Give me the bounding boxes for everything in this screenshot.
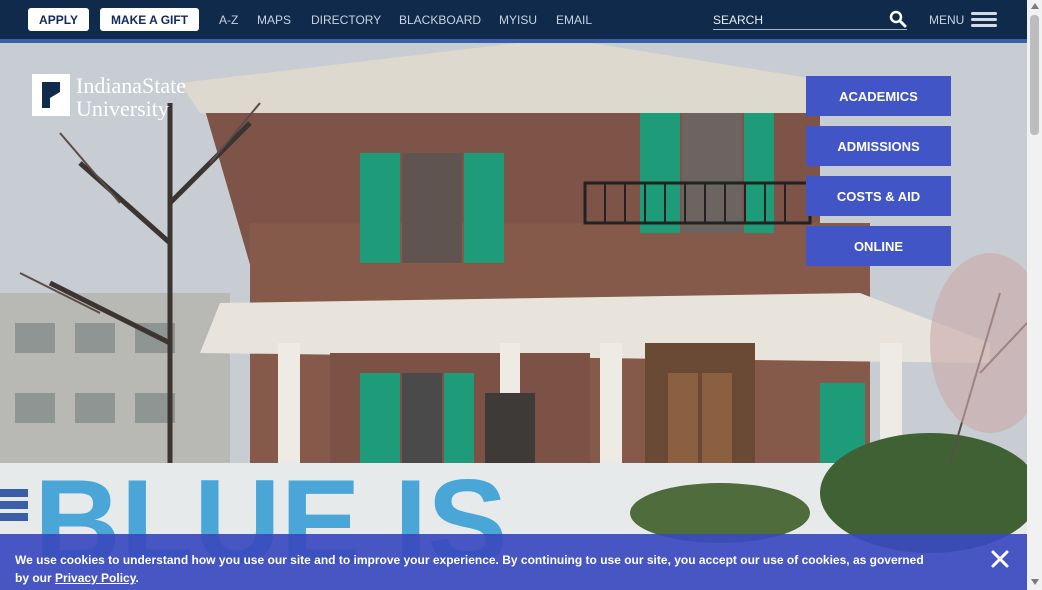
nav-costs-aid-button[interactable]: COSTS & AID bbox=[806, 176, 951, 216]
cookie-banner: We use cookies to understand how you use… bbox=[0, 534, 1027, 590]
link-directory[interactable]: DIRECTORY bbox=[311, 13, 381, 27]
menu-label[interactable]: MENU bbox=[929, 13, 964, 27]
link-maps[interactable]: MAPS bbox=[257, 13, 291, 27]
scrollbar-thumb[interactable] bbox=[1030, 15, 1039, 135]
scroll-down-arrow-icon[interactable] bbox=[1031, 579, 1039, 585]
link-blackboard[interactable]: BLACKBOARD bbox=[399, 13, 481, 27]
cookie-text: We use cookies to understand how you use… bbox=[15, 553, 924, 585]
search-box bbox=[713, 10, 907, 30]
isu-logo[interactable]: IndianaState University bbox=[30, 72, 250, 120]
logo-line-1: IndianaState bbox=[76, 73, 186, 98]
search-input[interactable] bbox=[713, 12, 873, 28]
nav-online-button[interactable]: ONLINE bbox=[806, 226, 951, 266]
make-a-gift-button[interactable]: MAKE A GIFT bbox=[100, 8, 199, 31]
close-icon[interactable] bbox=[990, 549, 1010, 569]
link-a-z[interactable]: A-Z bbox=[219, 13, 238, 27]
cookie-text-end: . bbox=[135, 571, 139, 585]
link-myisu[interactable]: MYISU bbox=[499, 13, 537, 27]
link-email[interactable]: EMAIL bbox=[556, 13, 592, 27]
scroll-up-arrow-icon[interactable] bbox=[1031, 3, 1039, 9]
nav-academics-button[interactable]: ACADEMICS bbox=[806, 76, 951, 116]
search-icon[interactable] bbox=[889, 10, 907, 28]
hamburger-menu-icon[interactable] bbox=[971, 12, 997, 27]
nav-admissions-button[interactable]: ADMISSIONS bbox=[806, 126, 951, 166]
apply-button[interactable]: APPLY bbox=[28, 8, 89, 31]
logo-line-2: University bbox=[76, 96, 169, 120]
top-bar: APPLY MAKE A GIFT A-Z MAPS DIRECTORY BLA… bbox=[0, 0, 1027, 39]
cookie-message: We use cookies to understand how you use… bbox=[15, 551, 935, 587]
privacy-policy-link[interactable]: Privacy Policy bbox=[55, 571, 136, 585]
